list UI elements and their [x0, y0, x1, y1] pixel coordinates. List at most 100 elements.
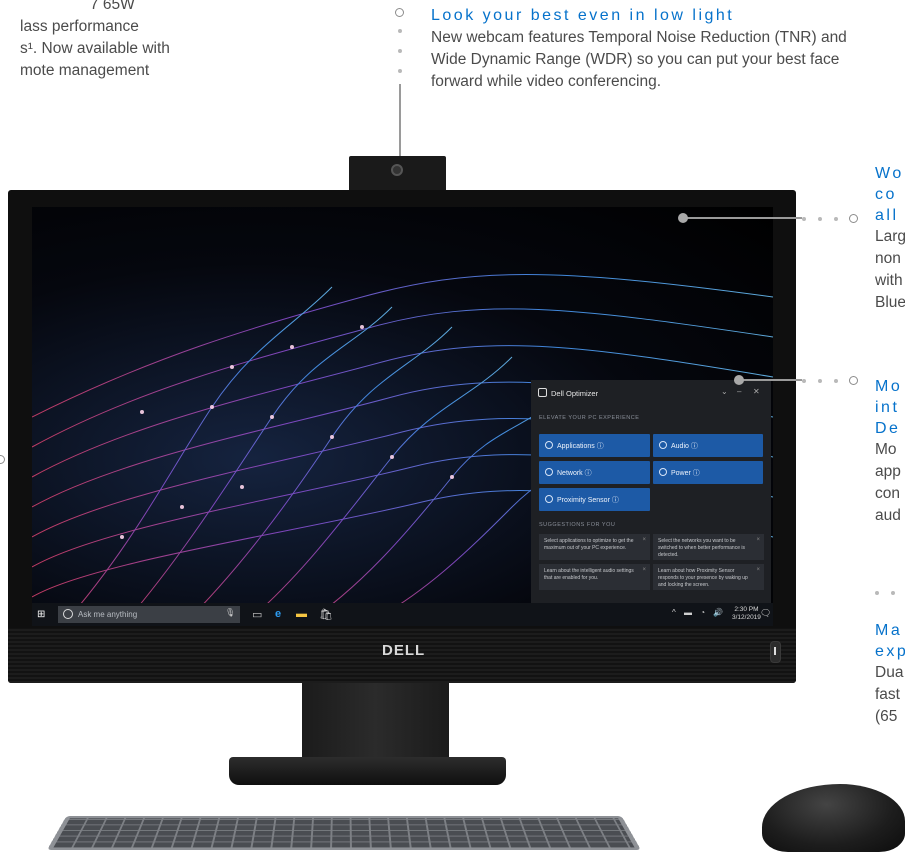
callout-right-bottom-body: Dua: [875, 664, 904, 681]
dell-logo: DELL: [382, 642, 426, 659]
proximity-sensor-icon: [545, 495, 553, 503]
close-icon[interactable]: ×: [756, 537, 760, 544]
tile-proximity-sensor[interactable]: Proximity Sensor ⓘ: [539, 488, 650, 511]
webcam-callout-dot: [398, 69, 402, 73]
callout-right-optimizer-title: Mo: [875, 378, 903, 395]
tile-network[interactable]: Network ⓘ: [539, 461, 650, 484]
webcam-callout-dot: [398, 49, 402, 53]
bottom-callout-dot: [875, 591, 879, 595]
clock-time: 2:30 PM: [734, 606, 759, 613]
callout-right-optimizer: Mo int De Mo app con aud: [875, 376, 902, 527]
webcam-callout-title: Look your best even in low light: [431, 7, 735, 24]
optimizer-section-suggestions: SUGGESTIONS FOR YOU: [539, 522, 616, 528]
applications-icon: [545, 441, 553, 449]
close-icon[interactable]: ×: [756, 567, 760, 574]
optimizer-callout-line: [741, 379, 802, 381]
callout-right-display-body: Larg: [875, 228, 905, 245]
callout-right-optimizer-body: con: [875, 485, 900, 502]
dell-optimizer-window: Dell Optimizer ⌄ – ✕ ELEVATE YOUR PC EXP…: [531, 380, 771, 626]
callout-left-line3: s¹. Now available with: [20, 40, 170, 57]
tile-power[interactable]: Power ⓘ: [653, 461, 763, 484]
speaker-icon[interactable]: 🔊: [713, 608, 723, 617]
search-placeholder: Ask me anything: [78, 610, 138, 619]
monitor: Dell Optimizer ⌄ – ✕ ELEVATE YOUR PC EXP…: [8, 190, 802, 683]
store-icon[interactable]: 🛍: [319, 608, 333, 621]
microphone-icon[interactable]: 🎙: [225, 608, 235, 617]
callout-right-optimizer-body: aud: [875, 507, 901, 524]
suggestion-text: Learn about the intelligent audio settin…: [544, 568, 634, 581]
callout-right-bottom-title: Ma: [875, 622, 903, 639]
monitor-stand-neck: [302, 683, 449, 760]
callout-left-line2: lass performance: [20, 18, 139, 35]
callout-right-display: Wo co all Larg non with Blue: [875, 163, 905, 314]
optimizer-logo-icon: [538, 388, 547, 397]
cortana-icon: [63, 609, 73, 619]
callout-right-display-title: Wo: [875, 165, 904, 182]
power-icon: [659, 468, 667, 476]
optimizer-callout-dot: [834, 379, 838, 383]
callout-right-display-title: co: [875, 186, 897, 203]
tile-audio[interactable]: Audio ⓘ: [653, 434, 763, 457]
task-view-icon[interactable]: ▭: [252, 608, 262, 621]
callout-right-optimizer-body: app: [875, 463, 901, 480]
tile-label: Proximity Sensor ⓘ: [557, 496, 619, 504]
tile-label: Power ⓘ: [671, 469, 700, 477]
callout-right-optimizer-body: Mo: [875, 441, 897, 458]
monitor-chin: DELL: [8, 628, 796, 683]
chevron-up-icon[interactable]: ^: [672, 608, 676, 617]
callout-left-performance: 7 65W lass performance s¹. Now available…: [0, 0, 230, 82]
callout-right-optimizer-title: int: [875, 399, 900, 416]
taskbar-clock[interactable]: 2:30 PM 3/12/2019: [732, 606, 761, 622]
network-icon: [545, 468, 553, 476]
callout-left-line1: 7 65W: [90, 0, 135, 13]
webcam-lens: [391, 164, 403, 176]
optimizer-callout-point: [734, 375, 744, 385]
taskbar: ⊞ Ask me anything 🎙 ▭ e ▬ 🛍 ^ ▬ ◔ 🔊 2:30…: [32, 603, 773, 626]
suggestion-text: Learn about how Proximity Sensor respond…: [658, 568, 748, 588]
callout-left-connector-ring: [0, 455, 5, 464]
taskbar-search-input[interactable]: Ask me anything: [58, 606, 240, 623]
callout-left-line4: mote management: [20, 62, 150, 79]
close-icon[interactable]: ×: [642, 537, 646, 544]
screen: Dell Optimizer ⌄ – ✕ ELEVATE YOUR PC EXP…: [32, 207, 773, 626]
optimizer-callout-dot: [818, 379, 822, 383]
tile-label: Network ⓘ: [557, 469, 592, 477]
optimizer-callout-ring: [849, 376, 858, 385]
wifi-icon[interactable]: ◔: [700, 608, 705, 617]
edge-browser-icon[interactable]: e: [275, 608, 281, 620]
suggestion-card[interactable]: Select the networks you want to be switc…: [653, 534, 764, 560]
callout-right-display-body: non: [875, 250, 901, 267]
monitor-stand-base: [229, 757, 506, 785]
callout-right-optimizer-title: De: [875, 420, 901, 437]
keyboard: [47, 816, 641, 850]
callout-right-bottom-body: (65: [875, 708, 898, 725]
minimize-icon[interactable]: –: [737, 387, 741, 396]
power-button[interactable]: [770, 641, 781, 663]
notification-center-icon[interactable]: 🗨: [760, 608, 771, 619]
audio-icon: [659, 441, 667, 449]
bottom-callout-dot: [891, 591, 895, 595]
tile-label: Applications ⓘ: [557, 442, 604, 450]
close-icon[interactable]: ×: [642, 567, 646, 574]
suggestion-text: Select applications to optimize to get t…: [544, 538, 634, 551]
optimizer-title: Dell Optimizer: [551, 389, 599, 398]
file-explorer-icon[interactable]: ▬: [296, 608, 307, 620]
optimizer-callout-dot: [802, 379, 806, 383]
tile-applications[interactable]: Applications ⓘ: [539, 434, 650, 457]
display-callout-dot: [818, 217, 822, 221]
optimizer-section-elevate: ELEVATE YOUR PC EXPERIENCE: [539, 415, 640, 421]
display-callout-ring: [849, 214, 858, 223]
webcam-callout-line: [399, 84, 401, 158]
suggestion-card[interactable]: Select applications to optimize to get t…: [539, 534, 650, 560]
keyboard-rows: [53, 818, 635, 848]
chevron-down-icon[interactable]: ⌄: [721, 387, 728, 396]
windows-start-icon[interactable]: ⊞: [37, 609, 45, 620]
webcam-callout: Look your best even in low light New web…: [431, 5, 871, 93]
battery-icon[interactable]: ▬: [684, 608, 692, 617]
display-callout-line: [684, 217, 802, 219]
webcam-callout-ring: [395, 8, 404, 17]
close-icon[interactable]: ✕: [753, 387, 760, 396]
suggestion-card[interactable]: Learn about the intelligent audio settin…: [539, 564, 650, 590]
clock-date: 3/12/2019: [732, 614, 761, 621]
suggestion-card[interactable]: Learn about how Proximity Sensor respond…: [653, 564, 764, 590]
